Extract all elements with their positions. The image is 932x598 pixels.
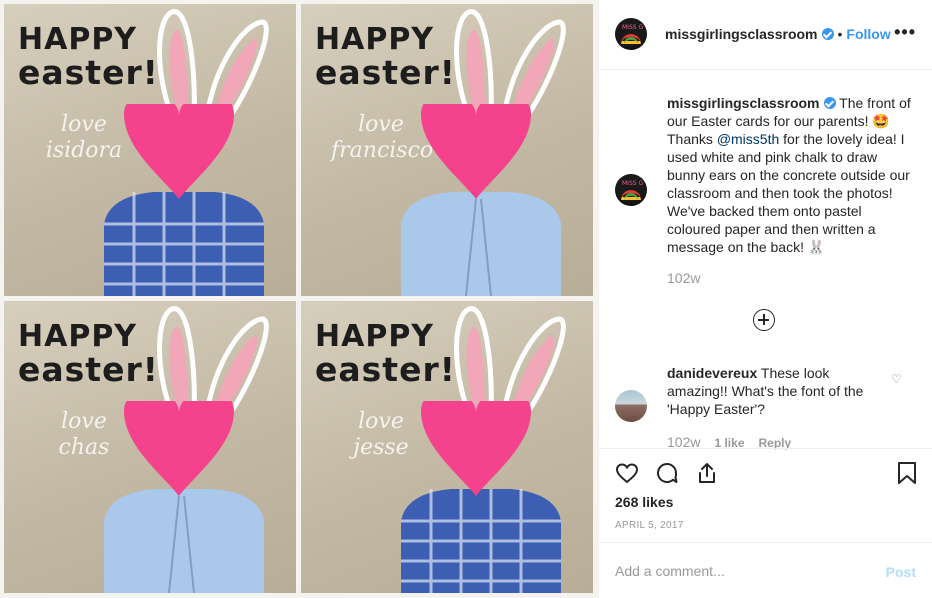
post-header: MISS G missgirlingsclassroom • Follow ••• (599, 0, 932, 70)
commenter-username[interactable]: danidevereux (667, 365, 757, 381)
mention-link[interactable]: @miss5th (717, 131, 779, 147)
comment: danidevereux These look amazing!! What's… (667, 364, 887, 418)
add-comment-input[interactable] (615, 559, 865, 583)
happy-easter-text: HAPPY easter! (18, 319, 159, 389)
child-figure (401, 104, 561, 296)
child-figure (104, 104, 264, 296)
like-heart-icon[interactable] (615, 461, 639, 485)
commenter-avatar[interactable] (615, 390, 647, 422)
share-icon[interactable] (695, 461, 719, 485)
caption-username[interactable]: missgirlingsclassroom (667, 95, 820, 111)
post-date[interactable]: APRIL 5, 2017 (615, 520, 684, 531)
comment-like-heart-icon[interactable]: ♡ (891, 372, 902, 386)
post-side-panel: MISS G missgirlingsclassroom • Follow ••• … (599, 0, 932, 598)
happy-easter-text: HAPPY easter! (315, 22, 456, 92)
photo-tile-3: HAPPY easter! love chas (4, 301, 296, 593)
caption-avatar[interactable]: MISS G (615, 174, 647, 206)
header-username[interactable]: missgirlingsclassroom (665, 26, 818, 42)
post-caption: missgirlingsclassroom The front of our E… (667, 94, 913, 256)
load-more-comments-icon[interactable] (753, 309, 775, 331)
happy-easter-text: HAPPY easter! (18, 22, 159, 92)
likes-count[interactable]: 268 likes (615, 494, 673, 510)
action-bar (599, 448, 932, 500)
post-photo-collage: HAPPY easter! love isidora HAPPY easter! lo… (0, 0, 598, 598)
avatar[interactable]: MISS G (615, 18, 647, 50)
photo-tile-1: HAPPY easter! love isidora (4, 4, 296, 296)
bookmark-icon[interactable] (896, 461, 918, 485)
header-user: missgirlingsclassroom • Follow (665, 26, 891, 42)
heart-icon (124, 104, 234, 199)
child-figure (104, 401, 264, 593)
verified-badge-icon (823, 97, 836, 109)
post-comment-button[interactable]: Post (886, 564, 916, 580)
follow-button[interactable]: Follow (846, 26, 890, 42)
add-comment-bar: Post (599, 542, 932, 598)
child-figure (401, 401, 561, 593)
heart-icon (124, 401, 234, 496)
happy-easter-text: HAPPY easter! (315, 319, 456, 389)
verified-badge-icon (821, 28, 834, 40)
heart-icon (421, 401, 531, 496)
caption-timestamp[interactable]: 102w (667, 270, 700, 286)
comment-bubble-icon[interactable] (655, 461, 679, 485)
photo-tile-4: HAPPY easter! love jesse (301, 301, 593, 593)
heart-icon (421, 104, 531, 199)
photo-tile-2: HAPPY easter! love francisco (301, 4, 593, 296)
separator-dot: • (837, 26, 843, 42)
caption-text-2: for the lovely idea! I used white and pi… (667, 131, 910, 255)
more-options-icon[interactable]: ••• (894, 22, 916, 43)
